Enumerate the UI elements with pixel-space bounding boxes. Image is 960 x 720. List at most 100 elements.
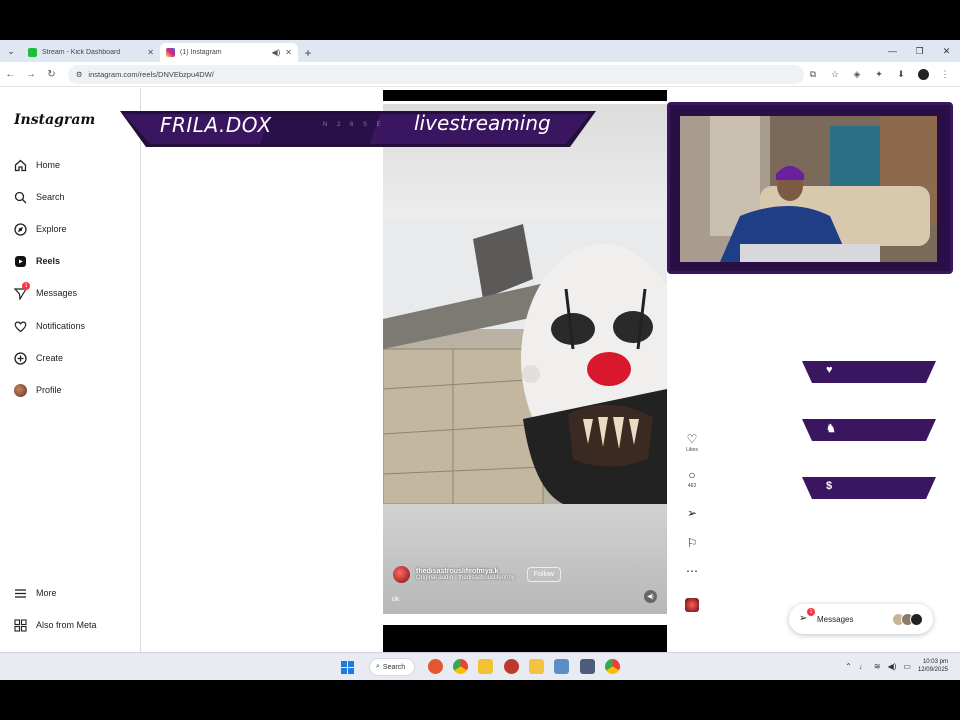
- sidebar-item-home[interactable]: Home: [13, 158, 60, 172]
- wifi-icon[interactable]: ≋: [874, 662, 881, 671]
- bookmark-star-icon[interactable]: ☆: [826, 65, 844, 83]
- sidebar-item-notifications[interactable]: Notifications: [13, 319, 85, 333]
- clock[interactable]: 10:03 pm 12/09/2025: [918, 658, 948, 674]
- messages-pill-label: Messages: [817, 614, 854, 624]
- forward-button[interactable]: →: [21, 64, 42, 85]
- more-dots-icon: ⋯: [686, 564, 698, 578]
- chrome-icon[interactable]: [453, 659, 468, 674]
- save-button[interactable]: ⚐: [682, 536, 702, 550]
- downloads-icon[interactable]: ⬇: [892, 65, 910, 83]
- close-tab-icon[interactable]: ✕: [285, 48, 292, 57]
- reels-icon: [13, 254, 27, 268]
- heart-icon: ♥: [826, 364, 833, 376]
- volume-icon[interactable]: ◀): [888, 662, 897, 671]
- sidebar-item-more[interactable]: More: [13, 586, 57, 600]
- heart-icon: ♡: [686, 432, 698, 446]
- home-icon: [13, 158, 27, 172]
- sidebar-item-label: Messages: [36, 288, 78, 298]
- comment-button[interactable]: ○ 463: [682, 468, 702, 489]
- browser-tab-instagram[interactable]: (1) Instagram ◀) ✕: [160, 43, 298, 62]
- audio-playing-icon[interactable]: ◀): [271, 48, 280, 57]
- sidebar-item-search[interactable]: Search: [13, 190, 65, 204]
- restore-button[interactable]: ❐: [906, 40, 933, 62]
- like-button[interactable]: ♡ Likes: [682, 432, 702, 453]
- sidebar-item-also-from-meta[interactable]: Also from Meta: [13, 618, 97, 632]
- previous-reel-edge[interactable]: [383, 90, 667, 101]
- search-icon: [13, 190, 27, 204]
- notification-badge: 1: [22, 282, 30, 290]
- webcam-image: [680, 116, 937, 262]
- battery-icon[interactable]: ▭: [903, 662, 911, 671]
- file-explorer-icon[interactable]: [529, 659, 544, 674]
- sidebar-item-messages[interactable]: 1 Messages: [13, 282, 78, 300]
- close-window-button[interactable]: ✕: [933, 40, 960, 62]
- sidebar-item-explore[interactable]: Explore: [13, 222, 67, 236]
- share-button[interactable]: ➢: [682, 506, 702, 520]
- app-icon-6[interactable]: [554, 659, 569, 674]
- chrome-active-icon[interactable]: [605, 659, 620, 674]
- sidebar-item-label: Explore: [36, 224, 67, 234]
- profile-avatar[interactable]: [914, 65, 932, 83]
- chevron-up-icon[interactable]: ⌃: [845, 662, 852, 671]
- messages-pill[interactable]: ➢ 1 Messages: [789, 604, 933, 634]
- reload-button[interactable]: ↻: [41, 64, 62, 85]
- windows-taskbar: ⌕ Search ⌃ ♩ ≋ ◀) ▭ 10:03 pm 12/09/2025: [0, 652, 960, 680]
- more-options-button[interactable]: ⋯: [682, 564, 702, 578]
- reel-video-image: [383, 219, 667, 504]
- audio-thumbnail[interactable]: [685, 598, 699, 612]
- reel-player[interactable]: thedisastrouslifeofmya.k Original audio …: [383, 104, 667, 614]
- start-button[interactable]: [341, 661, 354, 674]
- back-button[interactable]: ←: [0, 64, 21, 85]
- sidebar-item-label: Also from Meta: [36, 620, 97, 630]
- instagram-logo[interactable]: Instagram: [14, 112, 95, 128]
- streamer-name: FRILA.DOX: [160, 113, 272, 137]
- author-username[interactable]: thedisastrouslifeofmya.k: [416, 568, 515, 575]
- message-avatars: [892, 612, 923, 626]
- clock-date: 12/09/2025: [917, 667, 948, 673]
- sidebar-item-create[interactable]: Create: [13, 351, 63, 365]
- extensions-puzzle-icon[interactable]: ✦: [870, 65, 888, 83]
- stream-title-banner: FRILA.DOX N 2 6 S E livestreaming: [120, 107, 596, 149]
- tab-search-dropdown[interactable]: ⌄: [0, 40, 22, 62]
- webcam-overlay: [667, 102, 953, 274]
- app-icon-1[interactable]: [428, 659, 443, 674]
- menu-kebab-icon[interactable]: ⋮: [936, 65, 954, 83]
- author-avatar[interactable]: [393, 566, 410, 583]
- site-info-icon[interactable]: ⚙: [76, 70, 83, 79]
- app-icon-3[interactable]: [478, 659, 493, 674]
- reel-video-frame[interactable]: [383, 219, 667, 504]
- install-app-icon[interactable]: ⧉: [804, 65, 822, 83]
- browser-tab-kick[interactable]: Stream - Kick Dashboard ✕: [22, 43, 160, 62]
- sidebar-item-profile[interactable]: Profile: [13, 383, 62, 397]
- sidebar-item-label: Notifications: [36, 321, 86, 331]
- reel-caption[interactable]: ok: [392, 596, 399, 603]
- close-tab-icon[interactable]: ✕: [147, 48, 154, 57]
- mute-toggle-icon[interactable]: ◀): [644, 590, 657, 603]
- plus-square-icon: [13, 351, 27, 365]
- comment-icon: ○: [688, 468, 696, 482]
- sidebar-item-label: Reels: [36, 256, 61, 266]
- mic-icon[interactable]: ♩: [859, 662, 867, 671]
- sidebar-item-label: More: [36, 588, 57, 598]
- next-reel-edge[interactable]: [383, 625, 667, 653]
- app-icon-4[interactable]: [504, 659, 519, 674]
- app-icon-7[interactable]: [580, 659, 595, 674]
- address-bar[interactable]: ⚙ instagram.com/reels/DNVEbzpu4DW/: [67, 64, 805, 84]
- reel-audio-label[interactable]: Original audio · thedisastrouslifeofmy: [416, 575, 515, 581]
- banner-subtext: N 2 6 S E: [323, 122, 385, 128]
- comment-count: 463: [687, 483, 697, 489]
- avatar: [13, 383, 27, 397]
- instagram-favicon-icon: [166, 48, 175, 57]
- sidebar-item-reels[interactable]: Reels: [13, 254, 60, 268]
- search-icon: ⌕: [376, 663, 380, 670]
- sidebar-item-label: Profile: [36, 385, 62, 395]
- browser-toolbar: ← → ↻ ⚙ instagram.com/reels/DNVEbzpu4DW/…: [0, 62, 960, 87]
- reel-author: thedisastrouslifeofmya.k Original audio …: [393, 566, 561, 583]
- new-tab-button[interactable]: +: [298, 43, 318, 62]
- webcam-feed: [680, 116, 937, 262]
- minimize-button[interactable]: —: [879, 40, 906, 62]
- extension-icon[interactable]: ◈: [848, 65, 866, 83]
- tab-title: Stream - Kick Dashboard: [42, 49, 121, 56]
- follow-button[interactable]: Follow: [526, 567, 561, 582]
- taskbar-search[interactable]: ⌕ Search: [369, 658, 415, 676]
